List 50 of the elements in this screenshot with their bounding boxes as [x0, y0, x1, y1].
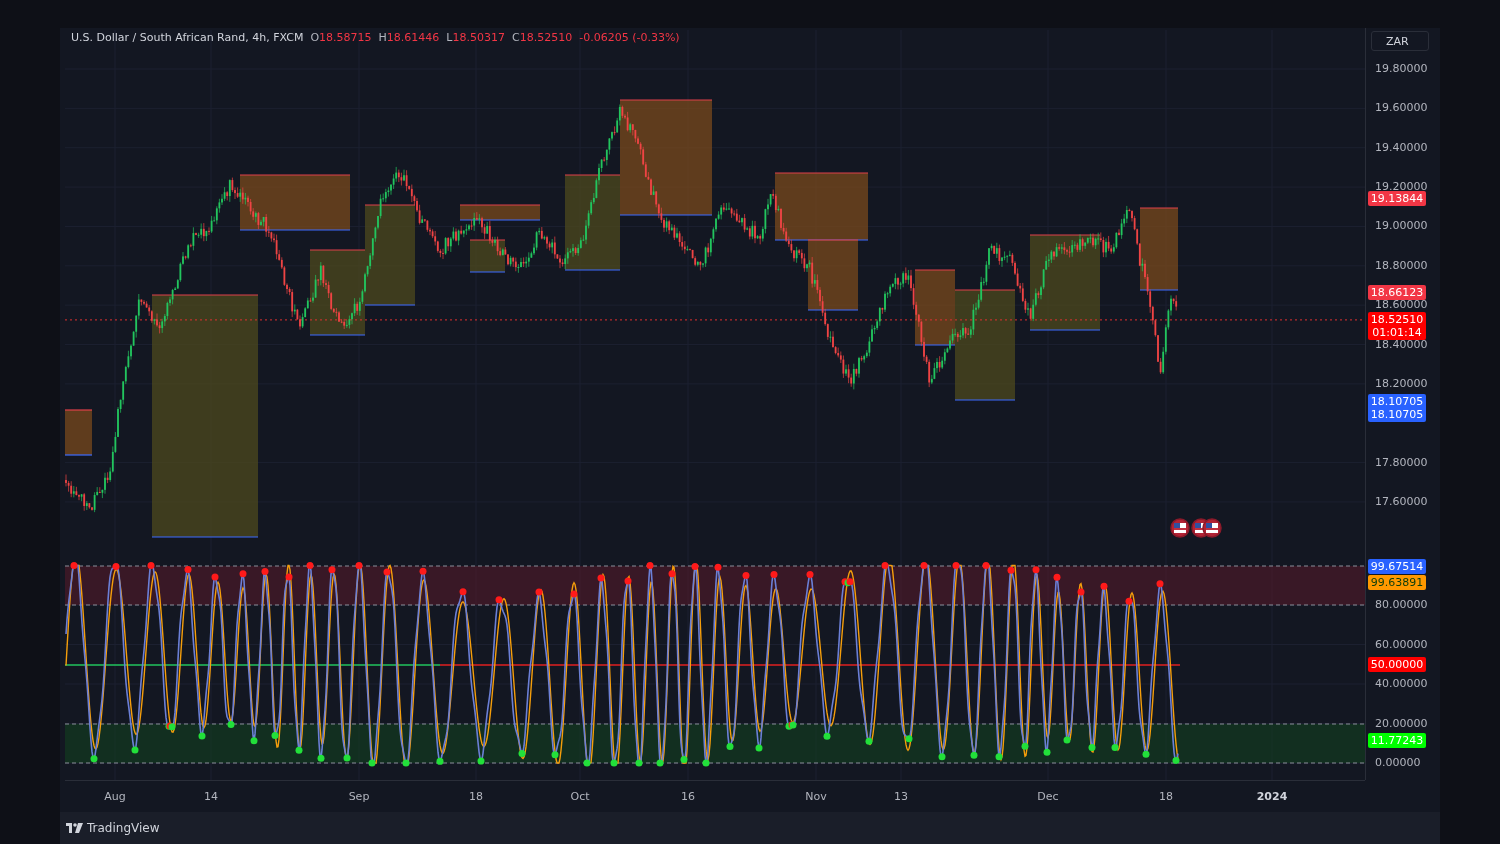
- ohlc-label: H: [378, 31, 387, 44]
- chart-title: U.S. Dollar / South African Rand, 4h, FXCM: [71, 31, 304, 44]
- ohlc-value: 18.52510: [519, 31, 573, 44]
- axis-label: 17.60000: [1375, 494, 1428, 509]
- axis-label: 20.00000: [1375, 716, 1428, 731]
- axis-label: 80.00000: [1375, 598, 1428, 612]
- flag-icon: [1170, 518, 1190, 538]
- price-change: -0.06205 (-0.33%): [579, 31, 680, 44]
- axis-label: 0.00000: [1375, 756, 1421, 770]
- indicator-label: 11.77243: [1368, 732, 1426, 748]
- price-label: 18.10705 18.10705: [1368, 394, 1426, 423]
- indicator-label: 50.00000: [1368, 657, 1426, 673]
- date-label: Nov: [805, 790, 827, 803]
- axis-label: 18.40000: [1375, 337, 1428, 352]
- ohlc-label: L: [446, 31, 453, 44]
- axis-label: 18.20000: [1375, 376, 1428, 391]
- ohlc-value: 18.61446: [386, 31, 440, 44]
- date-label: 18: [469, 790, 483, 803]
- date-label: Aug: [104, 790, 126, 803]
- axis-label: 17.80000: [1375, 455, 1428, 470]
- ohlc-label: C: [512, 31, 520, 44]
- axis-label: 60.00000: [1375, 637, 1428, 652]
- indicator-label: 99.67514: [1368, 559, 1426, 575]
- axis-label: 19.40000: [1375, 140, 1428, 155]
- axis-label: 19.20000: [1375, 180, 1428, 194]
- flag-icon: [1202, 518, 1222, 538]
- date-label: 14: [204, 790, 218, 803]
- logo-icon: [66, 823, 84, 833]
- date-label: 13: [894, 790, 908, 803]
- ohlc-value: 18.58715: [319, 31, 372, 44]
- axis-label: 19.80000: [1375, 62, 1428, 76]
- currency-button[interactable]: ZAR: [1371, 31, 1429, 51]
- ohlc-value: 18.50317: [452, 31, 505, 44]
- date-label: Oct: [570, 790, 590, 803]
- date-label: 2024: [1256, 790, 1288, 803]
- axis-label: 18.80000: [1375, 258, 1428, 273]
- brand-link[interactable]: TradingView: [87, 821, 160, 835]
- axis-label: 18.60000: [1375, 298, 1428, 313]
- date-label: Dec: [1037, 790, 1059, 803]
- price-label: 18.52510 01:01:14: [1368, 311, 1426, 340]
- ohlc-label: O: [310, 31, 320, 44]
- axis-label: 19.00000: [1375, 219, 1428, 234]
- indicator-label: 99.63891: [1368, 575, 1426, 591]
- price-label: 19.13844: [1368, 191, 1426, 207]
- axis-label: 40.00000: [1375, 677, 1428, 691]
- date-label: Sep: [348, 790, 370, 803]
- price-label: 18.66123: [1368, 285, 1426, 301]
- date-label: 18: [1159, 790, 1173, 803]
- date-label: 16: [681, 790, 695, 803]
- axis-label: 19.60000: [1375, 101, 1428, 116]
